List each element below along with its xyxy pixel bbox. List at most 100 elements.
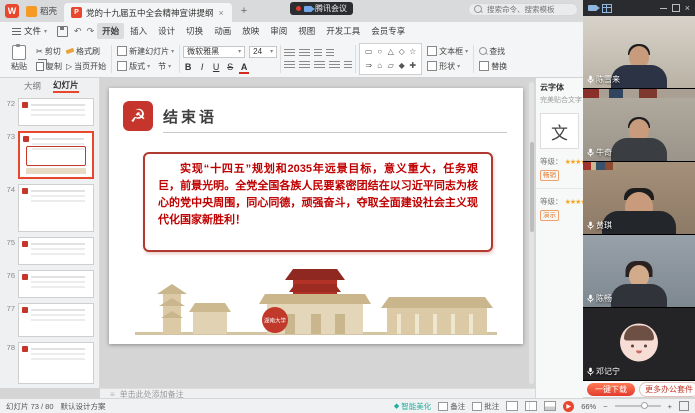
meeting-floating-bar[interactable]: 腾讯会议 — [290, 2, 353, 15]
justify-icon[interactable] — [329, 61, 340, 69]
tab-home-docer[interactable]: 稻壳 — [19, 0, 64, 22]
minimize-icon[interactable] — [660, 8, 667, 9]
participant-video-tile[interactable]: 陈雪来 — [583, 16, 695, 89]
save-icon[interactable] — [57, 26, 68, 37]
close-icon[interactable]: × — [685, 4, 690, 13]
tab-home[interactable]: 开始 — [97, 23, 124, 39]
new-tab-button[interactable]: + — [237, 5, 251, 17]
tab-insert[interactable]: 插入 — [125, 23, 152, 39]
normal-view-icon[interactable] — [506, 401, 518, 411]
slides-tab[interactable]: 幻灯片 — [53, 79, 79, 93]
copy-button[interactable]: 复制 — [34, 61, 64, 72]
slideshow-play-button[interactable]: ▶ — [563, 401, 574, 412]
font-color-button[interactable]: A — [239, 62, 249, 72]
shape-star-icon[interactable]: ☆ — [409, 47, 416, 56]
undo-icon[interactable]: ↶ — [72, 26, 84, 37]
participant-video-tile[interactable]: 陈畅 — [583, 235, 695, 308]
numbered-list-icon[interactable] — [299, 49, 310, 57]
tab-design[interactable]: 设计 — [153, 23, 180, 39]
comments-toggle-button[interactable]: 批注 — [472, 401, 499, 412]
shape-diamond-icon[interactable]: ◇ — [399, 47, 405, 56]
command-search-box[interactable] — [468, 3, 578, 16]
align-right-icon[interactable] — [314, 61, 325, 69]
cut-button[interactable]: ✂ 剪切 — [34, 46, 64, 57]
zoom-in-button[interactable]: + — [668, 402, 672, 411]
font-size-select[interactable]: 24 ▾ — [249, 46, 277, 58]
vertical-scrollbar[interactable] — [529, 82, 534, 384]
file-menu-button[interactable]: 文件 ▾ — [6, 23, 53, 39]
participant-video-tile[interactable]: 牛奇 — [583, 89, 695, 162]
restore-window-icon[interactable] — [672, 4, 680, 12]
slide-thumbnail-selected[interactable] — [18, 131, 94, 179]
shape-circle-icon[interactable]: ○ — [377, 47, 382, 56]
tab-transition[interactable]: 切换 — [181, 23, 208, 39]
line-spacing-icon[interactable] — [344, 61, 352, 69]
zoom-percentage[interactable]: 66% — [581, 402, 596, 411]
smart-beautify-button[interactable]: ◆ 智能美化 — [394, 401, 431, 412]
shapes-button[interactable]: 形状 ▾ — [425, 61, 470, 72]
slide-thumbnail[interactable] — [18, 98, 94, 126]
slide-thumbnail[interactable] — [18, 184, 94, 232]
current-slide[interactable]: ☭ 结束语 实现“十四五”规划和2035年远景目标，意义重大，任务艰巨，前景光明… — [109, 88, 523, 344]
paste-button[interactable]: 粘贴 — [4, 45, 34, 72]
align-center-icon[interactable] — [299, 61, 310, 69]
zoom-out-button[interactable]: − — [603, 402, 607, 411]
quote-box[interactable]: 实现“十四五”规划和2035年远景目标，意义重大，任务艰巨，前景光明。全党全国各… — [143, 152, 493, 252]
shape-solid-diamond-icon[interactable]: ◆ — [399, 61, 405, 70]
search-input[interactable] — [485, 4, 577, 15]
slide-thumbnail[interactable] — [18, 342, 94, 384]
video-icon[interactable] — [588, 5, 597, 11]
tab-view[interactable]: 视图 — [293, 23, 320, 39]
font-name-select[interactable]: 微软雅黑 ▾ — [183, 46, 245, 58]
layout-button[interactable]: 版式 ▾ — [115, 61, 152, 72]
replace-button[interactable]: 替换 — [477, 61, 509, 72]
underline-button[interactable]: U — [211, 62, 221, 72]
notes-toggle-button[interactable]: 备注 — [438, 401, 465, 412]
decrease-indent-icon[interactable] — [314, 49, 322, 57]
strikethrough-button[interactable]: S — [225, 62, 235, 72]
format-painter-button[interactable]: 格式刷 — [64, 46, 108, 57]
gallery-layout-icon[interactable] — [602, 4, 612, 13]
bold-button[interactable]: B — [183, 62, 193, 72]
slide-thumbnail[interactable] — [18, 270, 94, 298]
close-document-icon[interactable]: × — [218, 8, 225, 18]
play-from-current-button[interactable]: ▷ 当页开始 — [64, 61, 108, 72]
theme-name[interactable]: 默认设计方案 — [61, 401, 106, 412]
participant-video-tile[interactable]: 邓记宁 — [583, 308, 695, 381]
find-button[interactable]: 查找 — [477, 46, 509, 57]
bullet-list-icon[interactable] — [284, 49, 295, 57]
slide-sorter-view-icon[interactable] — [525, 401, 537, 411]
tab-document[interactable]: P 党的十九届五中全会精神宣讲提纲 × — [64, 3, 232, 22]
slide-thumbnail[interactable] — [18, 237, 94, 265]
font-preview[interactable]: 文 — [540, 113, 579, 149]
slide-thumbnail[interactable] — [18, 303, 94, 337]
italic-button[interactable]: I — [197, 62, 207, 72]
align-left-icon[interactable] — [284, 61, 295, 69]
fit-slide-icon[interactable] — [679, 401, 689, 411]
slide-title[interactable]: 结束语 — [163, 106, 217, 127]
wps-logo[interactable]: W — [5, 4, 19, 18]
outline-tab[interactable]: 大纲 — [24, 80, 41, 92]
participant-video-tile[interactable]: 黄琪 — [583, 162, 695, 235]
new-slide-button[interactable]: 新建幻灯片 ▾ — [115, 46, 176, 57]
shape-plus-icon[interactable]: ✚ — [409, 61, 416, 70]
section-button[interactable]: 节 ▾ — [156, 61, 173, 72]
shape-house-icon[interactable]: ⌂ — [377, 61, 382, 70]
more-office-suite-button[interactable]: 更多办公套件 — [639, 382, 695, 397]
shape-arrow-icon[interactable]: ⇒ — [365, 61, 372, 70]
tab-animation[interactable]: 动画 — [209, 23, 236, 39]
download-button[interactable]: 一键下载 — [587, 383, 635, 396]
zoom-slider[interactable] — [615, 405, 661, 407]
redo-icon[interactable]: ↷ — [85, 26, 97, 37]
zoom-slider-thumb[interactable] — [641, 402, 648, 409]
increase-indent-icon[interactable] — [326, 49, 334, 57]
textbox-button[interactable]: 文本框 ▾ — [425, 46, 470, 57]
tab-developer[interactable]: 开发工具 — [321, 23, 365, 39]
shape-parallelogram-icon[interactable]: ▱ — [388, 61, 394, 70]
tab-review[interactable]: 审阅 — [265, 23, 292, 39]
shape-triangle-icon[interactable]: △ — [388, 47, 394, 56]
shape-rect-icon[interactable]: ▭ — [365, 47, 373, 56]
scrollbar-thumb[interactable] — [530, 142, 534, 232]
reading-view-icon[interactable] — [544, 401, 556, 411]
tab-member[interactable]: 会员专享 — [366, 23, 410, 39]
